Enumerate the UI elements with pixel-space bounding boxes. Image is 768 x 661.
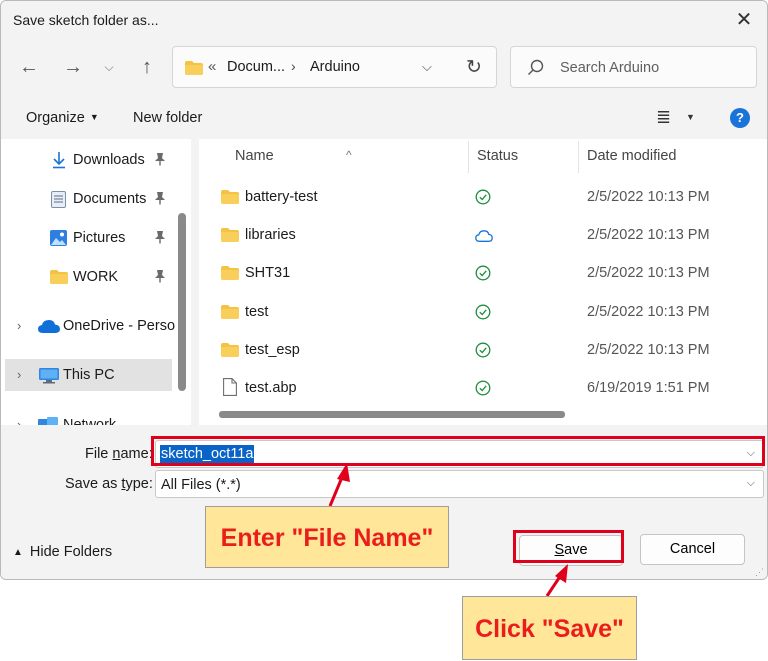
click-save-callout: Click "Save" — [462, 596, 637, 660]
enter-file-name-callout: Enter "File Name" — [205, 506, 449, 568]
arrow-head-file-name — [337, 463, 350, 482]
